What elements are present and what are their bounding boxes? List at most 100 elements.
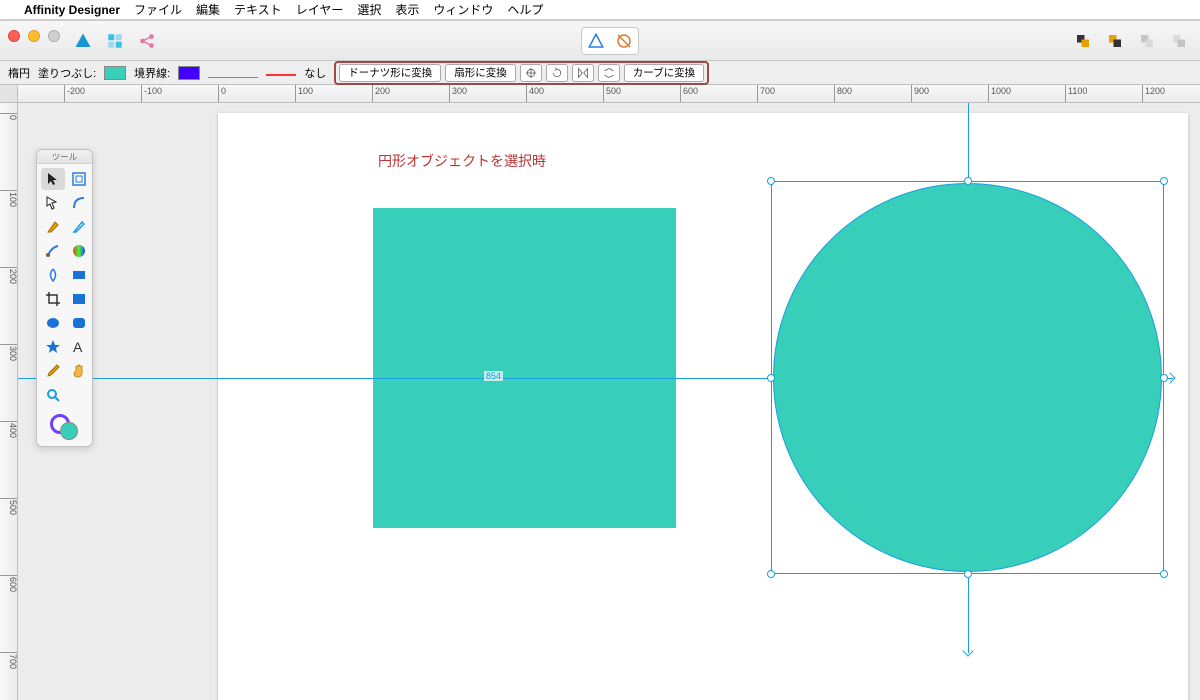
ruler-h-tick: 700 xyxy=(757,85,775,103)
ruler-origin[interactable] xyxy=(0,85,18,103)
ruler-h-tick: 800 xyxy=(834,85,852,103)
align-center-icon[interactable] xyxy=(520,64,542,82)
selection-handle-nw[interactable] xyxy=(767,177,775,185)
context-toolbar: 楕円 塗りつぶし: 境界線: なし ドーナツ形に変換 扇形に変換 カーブに変換 xyxy=(0,61,1200,85)
rectangle-tool-icon[interactable] xyxy=(67,288,91,310)
menu-text[interactable]: テキスト xyxy=(234,1,282,18)
pencil-tool-icon[interactable] xyxy=(67,216,91,238)
rounded-rect-tool-icon[interactable] xyxy=(67,312,91,334)
transparency-tool-icon[interactable] xyxy=(41,264,65,286)
arrange-backward-icon[interactable] xyxy=(1134,29,1160,53)
ruler-h-tick: 0 xyxy=(218,85,226,103)
convert-donut-button[interactable]: ドーナツ形に変換 xyxy=(339,64,441,82)
pen-tool-icon[interactable] xyxy=(41,216,65,238)
ellipse-tool-icon[interactable] xyxy=(41,312,65,334)
ruler-h-tick: 1000 xyxy=(988,85,1011,103)
corner-tool-icon[interactable] xyxy=(67,192,91,214)
ruler-h-tick: -100 xyxy=(141,85,162,103)
selection-bounds xyxy=(771,181,1164,574)
fill-swatch[interactable] xyxy=(104,66,126,80)
rotate-icon[interactable] xyxy=(546,64,568,82)
fill-color-swatch[interactable] xyxy=(60,422,78,440)
selection-handle-n[interactable] xyxy=(964,177,972,185)
ruler-v-tick: 500 xyxy=(0,498,18,538)
text-tool-icon[interactable]: A xyxy=(67,336,91,358)
shape-type-label: 楕円 xyxy=(8,65,30,81)
menu-select[interactable]: 選択 xyxy=(357,1,381,18)
zoom-button[interactable] xyxy=(48,30,60,42)
tools-panel[interactable]: ツール A xyxy=(36,149,93,447)
empty-tool-slot xyxy=(67,384,91,406)
horizontal-ruler[interactable]: px -200-10001002003004005006007008009001… xyxy=(0,85,1200,103)
artboard-tool-icon[interactable] xyxy=(67,168,91,190)
ruler-v-tick: 400 xyxy=(0,421,18,461)
brush-tool-icon[interactable] xyxy=(41,240,65,262)
fill-label: 塗りつぶし: xyxy=(38,65,96,81)
eyedropper-tool-icon[interactable] xyxy=(41,360,65,382)
ruler-h-tick: 500 xyxy=(603,85,621,103)
ruler-h-tick: 300 xyxy=(449,85,467,103)
selection-handle-s[interactable] xyxy=(964,570,972,578)
arrange-forward-icon[interactable] xyxy=(1102,29,1128,53)
menu-file[interactable]: ファイル xyxy=(134,1,182,18)
menu-edit[interactable]: 編集 xyxy=(196,1,220,18)
rectangle-shape[interactable] xyxy=(373,208,676,528)
selection-handle-se[interactable] xyxy=(1160,570,1168,578)
app-name[interactable]: Affinity Designer xyxy=(24,3,120,17)
star-tool-icon[interactable] xyxy=(41,336,65,358)
close-button[interactable] xyxy=(8,30,20,42)
flip-h-icon[interactable] xyxy=(572,64,594,82)
annotation-label: 円形オブジェクトを選択時 xyxy=(378,151,546,171)
export-persona-icon[interactable] xyxy=(134,29,160,53)
ruler-v-tick: 700 xyxy=(0,652,18,692)
convert-fan-button[interactable]: 扇形に変換 xyxy=(445,64,516,82)
stroke-swatch[interactable] xyxy=(178,66,200,80)
ruler-v-tick: 200 xyxy=(0,267,18,307)
ruler-h-tick: 600 xyxy=(680,85,698,103)
menu-window[interactable]: ウィンドウ xyxy=(433,1,493,18)
pixel-persona-icon[interactable] xyxy=(102,29,128,53)
selection-handle-w[interactable] xyxy=(767,374,775,382)
menu-help[interactable]: ヘルプ xyxy=(507,1,543,18)
menu-layer[interactable]: レイヤー xyxy=(296,1,344,18)
color-swatch-pair[interactable] xyxy=(37,414,92,440)
crop-tool-icon[interactable] xyxy=(41,288,65,310)
selection-handle-e[interactable] xyxy=(1160,374,1168,382)
stroke-none-label: なし xyxy=(304,65,326,81)
convert-curve-button[interactable]: カーブに変換 xyxy=(624,64,704,82)
top-toolbar xyxy=(0,21,1200,61)
node-tool-icon[interactable] xyxy=(41,192,65,214)
stroke-none-indicator[interactable] xyxy=(266,66,296,76)
ruler-v-tick: 100 xyxy=(0,190,18,230)
zoom-tool-icon[interactable] xyxy=(41,384,65,406)
canvas-viewport[interactable]: 854 円形オブジェクトを選択時 xyxy=(18,103,1200,700)
ruler-h-tick: 200 xyxy=(372,85,390,103)
stroke-style-picker[interactable] xyxy=(208,68,258,78)
artboard[interactable]: 854 xyxy=(218,113,1188,700)
selection-handle-sw[interactable] xyxy=(767,570,775,578)
ruler-h-tick: 1100 xyxy=(1065,85,1087,103)
ruler-v-tick: 0 xyxy=(0,113,18,153)
svg-text:A: A xyxy=(73,339,83,355)
stroke-label: 境界線: xyxy=(134,65,170,81)
minimize-button[interactable] xyxy=(28,30,40,42)
designer-persona-icon[interactable] xyxy=(70,29,96,53)
guide-arrow-left-icon xyxy=(18,372,20,383)
gradient-tool-icon[interactable] xyxy=(67,264,91,286)
arrange-front-icon[interactable] xyxy=(1070,29,1096,53)
fill-tool-icon[interactable] xyxy=(67,240,91,262)
flip-v-icon[interactable] xyxy=(598,64,620,82)
arrange-back-icon[interactable] xyxy=(1166,29,1192,53)
measurement-readout: 854 xyxy=(484,371,503,381)
vertical-ruler[interactable]: 01002003004005006007008009001000 xyxy=(0,103,18,700)
view-mode-normal-icon[interactable] xyxy=(583,29,609,53)
move-tool-icon[interactable] xyxy=(41,168,65,190)
ruler-h-tick: 400 xyxy=(526,85,544,103)
view-mode-outline-icon[interactable] xyxy=(611,29,637,53)
tools-panel-title: ツール xyxy=(37,150,92,164)
hand-tool-icon[interactable] xyxy=(67,360,91,382)
mac-menubar: Affinity Designer ファイル 編集 テキスト レイヤー 選択 表… xyxy=(0,0,1200,20)
selection-handle-ne[interactable] xyxy=(1160,177,1168,185)
ruler-v-tick: 300 xyxy=(0,344,18,384)
menu-view[interactable]: 表示 xyxy=(395,1,419,18)
